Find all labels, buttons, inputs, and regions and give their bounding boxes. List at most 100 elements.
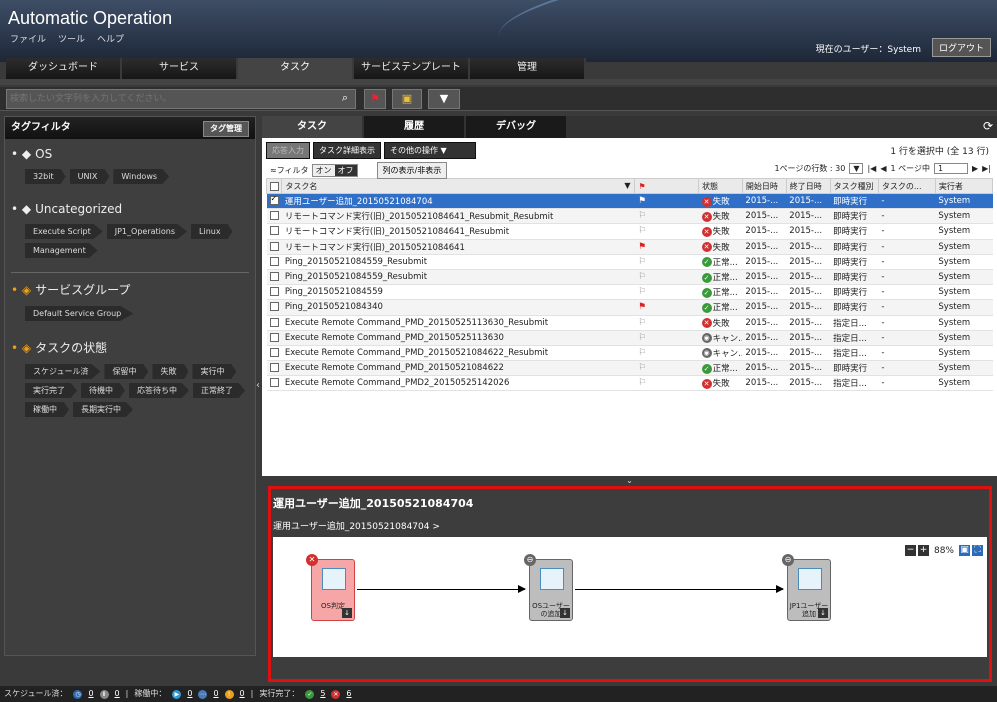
failed-count[interactable]: 6 [346, 686, 351, 702]
task-name[interactable]: Ping_20150521084559_Resubmit [281, 269, 635, 286]
table-row[interactable]: Execute Remote Command_PMD_2015052511363… [266, 330, 993, 346]
empty-flag-icon[interactable]: ⚐ [638, 272, 646, 282]
tag-chip[interactable]: スケジュール済 [25, 364, 101, 379]
tab-admin[interactable]: 管理 [470, 58, 586, 80]
tab-debug[interactable]: デバッグ [466, 116, 566, 138]
col-end[interactable]: 終了日時 [785, 178, 831, 194]
col-task-extra[interactable]: タスクの... [877, 178, 936, 194]
empty-flag-icon[interactable]: ⚐ [638, 378, 646, 388]
tab-task[interactable]: タスク [238, 58, 354, 80]
table-row[interactable]: リモートコマンド実行(旧)_20150521084641 ⚑ ✕ 失敗 2015-...… [266, 239, 993, 255]
row-checkbox[interactable] [266, 223, 282, 240]
tag-group-title[interactable]: • ◆ Uncategorized [11, 202, 249, 216]
table-row[interactable]: Execute Remote Command_PMD2_201505251420… [266, 375, 993, 392]
red-flag-icon[interactable]: ⚑ [638, 302, 646, 312]
task-name[interactable]: Execute Remote Command_PMD_2015052108462… [281, 360, 635, 377]
row-checkbox[interactable] [266, 284, 282, 301]
prev-page-icon[interactable]: ◀ [880, 164, 886, 173]
task-name[interactable]: Ping_20150521084559 [281, 284, 635, 301]
tag-chip[interactable]: UNIX [69, 169, 110, 184]
empty-flag-icon[interactable]: ⚐ [638, 257, 646, 267]
zoom-100-icon[interactable]: ▣ [959, 545, 970, 556]
panel-splitter[interactable]: ⌄ [262, 476, 997, 486]
col-status[interactable]: 状態 [698, 178, 743, 194]
task-name[interactable]: Execute Remote Command_PMD_2015052108462… [281, 345, 635, 362]
task-name[interactable]: Execute Remote Command_PMD2_201505251420… [281, 375, 635, 392]
search-icon[interactable]: ⌕ [334, 89, 356, 109]
download-icon[interactable]: ↓ [342, 608, 352, 618]
waiting-count[interactable]: 0 [213, 686, 218, 702]
tag-chip[interactable]: 正常終了 [193, 383, 245, 398]
table-row[interactable]: 運用ユーザー追加_20150521084704⚑✕失敗2015-...2015-… [266, 193, 993, 210]
flow-node-jp1-user-add[interactable]: ⊖ JP1ユーザー追加 ↓ [782, 554, 831, 621]
table-row[interactable]: Ping_20150521084340 ⚑ ✓ 正常... 2015-... 2015-.… [266, 299, 993, 316]
row-checkbox[interactable] [266, 208, 282, 225]
fit-icon[interactable]: ⛶ [972, 545, 983, 556]
tag-chip[interactable]: Windows [113, 169, 170, 184]
col-start[interactable]: 開始日時 [741, 178, 787, 194]
tab-history[interactable]: 履歴 [364, 116, 464, 138]
task-name[interactable]: リモートコマンド実行(旧)_20150521084641 [281, 239, 635, 255]
red-flag-icon[interactable]: ⚑ [638, 242, 646, 252]
row-checkbox[interactable] [266, 254, 282, 270]
flag-filter-icon[interactable]: ⚑ [364, 89, 386, 109]
task-details-button[interactable]: タスク詳細表示 [313, 141, 381, 159]
next-page-icon[interactable]: ▶ [972, 164, 978, 173]
rows-per-page[interactable]: 1ページの行数 : 30 [774, 163, 845, 174]
rows-dropdown-icon[interactable]: ▼ [849, 163, 864, 174]
row-checkbox[interactable] [266, 360, 282, 377]
filter-dropdown-icon[interactable]: ▼ [428, 89, 460, 109]
tag-chip[interactable]: 32bit [25, 169, 66, 184]
response-count[interactable]: 0 [240, 686, 245, 702]
running-count[interactable]: 0 [187, 686, 192, 702]
last-page-icon[interactable]: ▶| [982, 164, 991, 173]
table-row[interactable]: Execute Remote Command_PMD_2015052108462… [266, 360, 993, 377]
tab-dashboard[interactable]: ダッシュボード [6, 58, 122, 80]
tag-chip[interactable]: Management [25, 243, 98, 258]
task-name[interactable]: リモートコマンド実行(旧)_20150521084641_Resubmit_Re… [281, 208, 635, 225]
task-name[interactable]: Ping_20150521084559_Resubmit [281, 254, 635, 270]
menu-file[interactable]: ファイル [10, 32, 46, 45]
task-name[interactable]: Execute Remote Command_PMD_2015052511363… [281, 330, 635, 346]
empty-flag-icon[interactable]: ⚐ [638, 348, 646, 358]
table-row[interactable]: Ping_20150521084559 ⚐ ✓ 正常... 2015-... 2015-.… [266, 284, 993, 301]
folder-filter-icon[interactable]: ▣ [392, 89, 422, 109]
task-name[interactable]: 運用ユーザー追加_20150521084704 [281, 193, 635, 210]
select-all-checkbox[interactable] [265, 178, 283, 194]
empty-flag-icon[interactable]: ⚐ [638, 287, 646, 297]
col-flag[interactable]: ⚑ [634, 178, 700, 194]
row-checkbox[interactable] [266, 269, 282, 286]
logout-button[interactable]: ログアウト [931, 38, 991, 57]
menu-help[interactable]: ヘルプ [97, 32, 124, 45]
column-visibility-button[interactable]: 列の表示/非表示 [376, 161, 448, 179]
page-input[interactable]: 1 [933, 163, 968, 174]
tag-chip[interactable]: 稼働中 [25, 402, 69, 417]
success-count[interactable]: 5 [320, 686, 325, 702]
row-checkbox[interactable] [266, 193, 282, 210]
col-type[interactable]: タスク種別 [829, 178, 879, 194]
flag-icon[interactable]: ⚑ [638, 196, 646, 206]
tag-chip[interactable]: JP1_Operations [106, 224, 188, 239]
refresh-icon[interactable]: ⟳ [983, 119, 993, 133]
zoom-out-icon[interactable]: − [904, 545, 916, 556]
table-row[interactable]: Execute Remote Command_PMD_2015052108462… [266, 345, 993, 362]
tag-group-title[interactable]: • ◈ サービスグループ [11, 281, 249, 298]
empty-flag-icon[interactable]: ⚐ [638, 318, 646, 328]
table-row[interactable]: Ping_20150521084559_Resubmit ⚐ ✓ 正常... 2015-… [266, 254, 993, 270]
scheduled-count[interactable]: 0 [88, 686, 93, 702]
tag-chip[interactable]: 応答待ち中 [129, 383, 189, 398]
col-task-name[interactable]: タスク名 ▼ [281, 178, 636, 194]
download-icon[interactable]: ↓ [560, 608, 570, 618]
tag-manage-button[interactable]: タグ管理 [203, 121, 249, 137]
search-input[interactable] [6, 89, 356, 109]
row-checkbox[interactable] [266, 239, 282, 255]
tag-chip[interactable]: 待機中 [81, 383, 125, 398]
table-row[interactable]: リモートコマンド実行(旧)_20150521084641_Resubmit_Re… [266, 208, 993, 225]
filter-toggle[interactable]: オン オフ [311, 163, 358, 177]
breadcrumb[interactable]: 運用ユーザー追加_20150521084704 > [273, 519, 440, 532]
row-checkbox[interactable] [266, 375, 282, 392]
flow-node-os-user-add[interactable]: ⊖ OSユーザーの追加 ↓ [524, 554, 573, 621]
tag-chip[interactable]: Linux [191, 224, 233, 239]
empty-flag-icon[interactable]: ⚐ [638, 226, 646, 236]
tab-tasks[interactable]: タスク [262, 116, 362, 138]
